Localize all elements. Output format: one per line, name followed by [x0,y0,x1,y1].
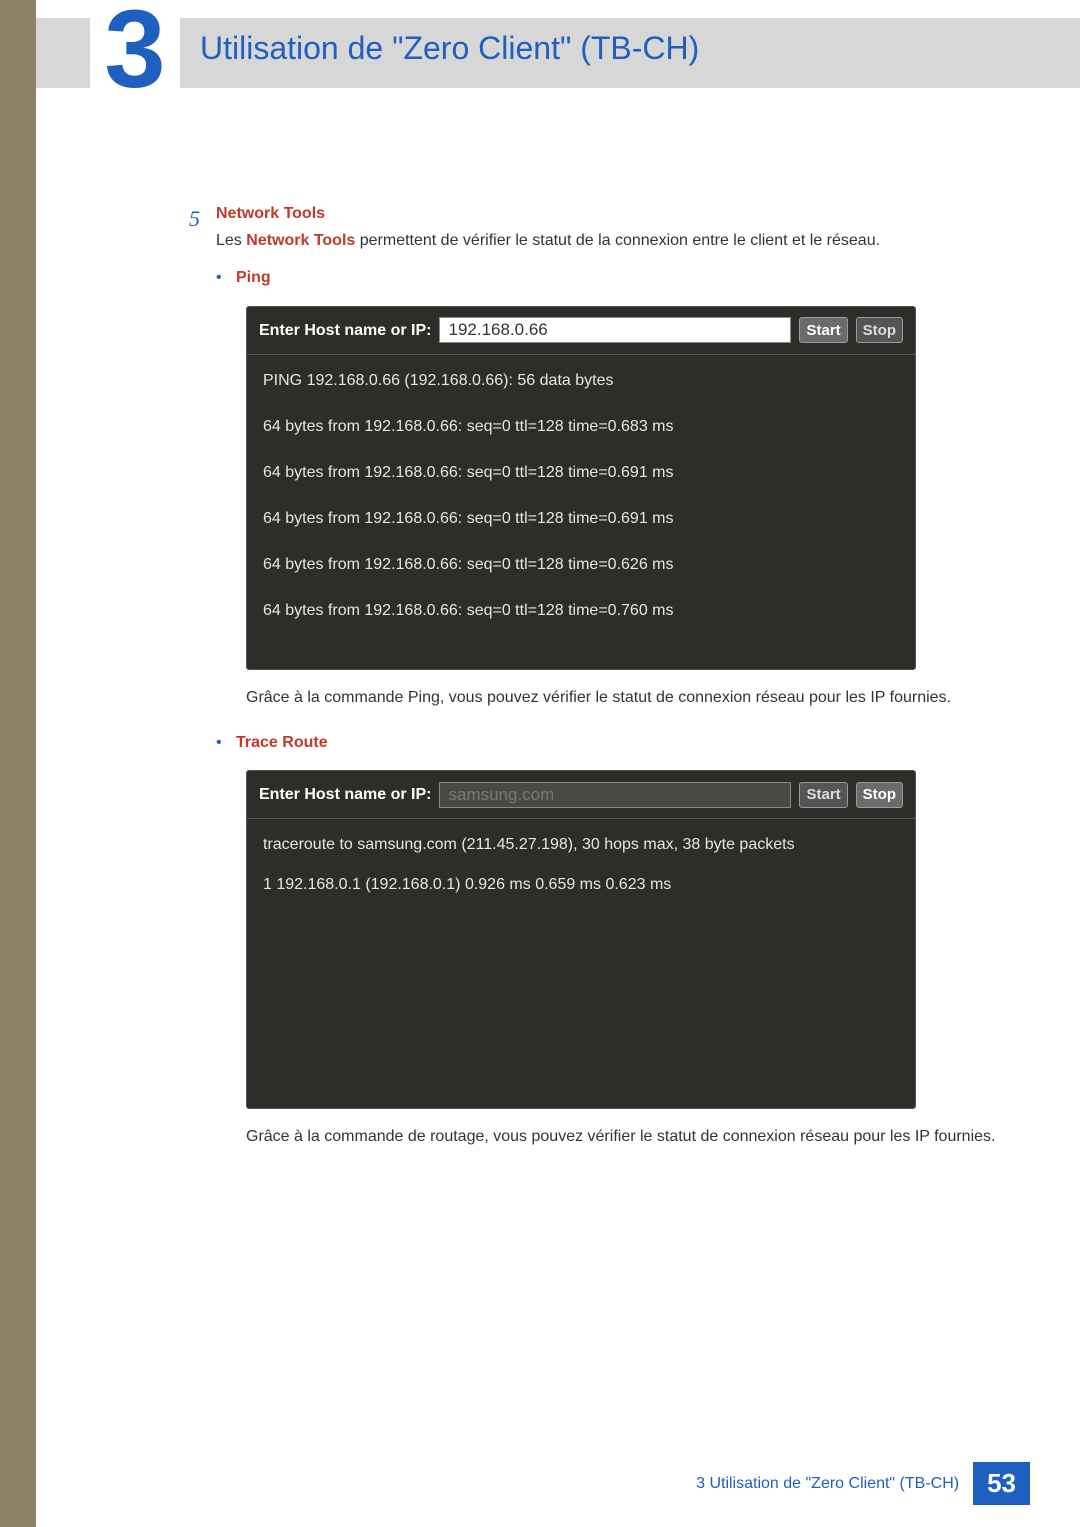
trace-header: Enter Host name or IP: Start Stop [247,771,915,818]
trace-start-button[interactable]: Start [799,782,847,808]
intro-suffix: permettent de vérifier le statut de la c… [355,232,880,249]
ping-label: Ping [236,269,271,286]
ping-output-line: 64 bytes from 192.168.0.66: seq=0 ttl=12… [263,415,899,439]
section-heading: Network Tools [216,200,1000,227]
intro-bold: Network Tools [246,232,355,249]
trace-output-line: traceroute to samsung.com (211.45.27.198… [263,833,899,857]
section-intro: Les Network Tools permettent de vérifier… [216,227,1000,254]
page-footer: 3 Utilisation de "Zero Client" (TB-CH) 5… [696,1462,1030,1505]
footer-page-number: 53 [973,1462,1030,1505]
trace-output-line: 1 192.168.0.1 (192.168.0.1) 0.926 ms 0.6… [263,873,899,897]
ping-header: Enter Host name or IP: Start Stop [247,307,915,354]
trace-description: Grâce à la commande de routage, vous pou… [246,1123,1000,1150]
left-margin-stripe [0,0,36,1527]
ping-panel: Enter Host name or IP: Start Stop PING 1… [246,306,916,670]
trace-input-label: Enter Host name or IP: [259,781,431,808]
ping-host-input[interactable] [439,317,791,343]
ping-output-line: 64 bytes from 192.168.0.66: seq=0 ttl=12… [263,507,899,531]
trace-bullet: Trace Route [216,729,1000,756]
ping-output: PING 192.168.0.66 (192.168.0.66): 56 dat… [247,354,915,669]
ping-stop-button[interactable]: Stop [856,317,903,343]
chapter-number: 3 [90,0,180,110]
ping-output-line: 64 bytes from 192.168.0.66: seq=0 ttl=12… [263,461,899,485]
ping-output-line: PING 192.168.0.66 (192.168.0.66): 56 dat… [263,369,899,393]
ping-bullet: Ping [216,264,1000,291]
trace-stop-button[interactable]: Stop [856,782,903,808]
ping-description: Grâce à la commande Ping, vous pouvez vé… [246,684,1000,711]
ping-output-line: 64 bytes from 192.168.0.66: seq=0 ttl=12… [263,599,899,623]
intro-prefix: Les [216,232,246,249]
trace-panel: Enter Host name or IP: Start Stop tracer… [246,770,916,1109]
step-row: 5 Network Tools Les Network Tools permet… [180,200,1000,1169]
trace-host-input[interactable] [439,782,791,808]
page-title: Utilisation de "Zero Client" (TB-CH) [200,30,699,67]
step-body: Network Tools Les Network Tools permette… [216,200,1000,1169]
trace-label: Trace Route [236,734,328,751]
content-area: 5 Network Tools Les Network Tools permet… [100,0,1030,1169]
trace-output: traceroute to samsung.com (211.45.27.198… [247,818,915,1108]
ping-start-button[interactable]: Start [799,317,847,343]
step-number: 5 [180,200,200,237]
footer-text: 3 Utilisation de "Zero Client" (TB-CH) [696,1475,959,1493]
ping-output-line: 64 bytes from 192.168.0.66: seq=0 ttl=12… [263,553,899,577]
ping-input-label: Enter Host name or IP: [259,317,431,344]
